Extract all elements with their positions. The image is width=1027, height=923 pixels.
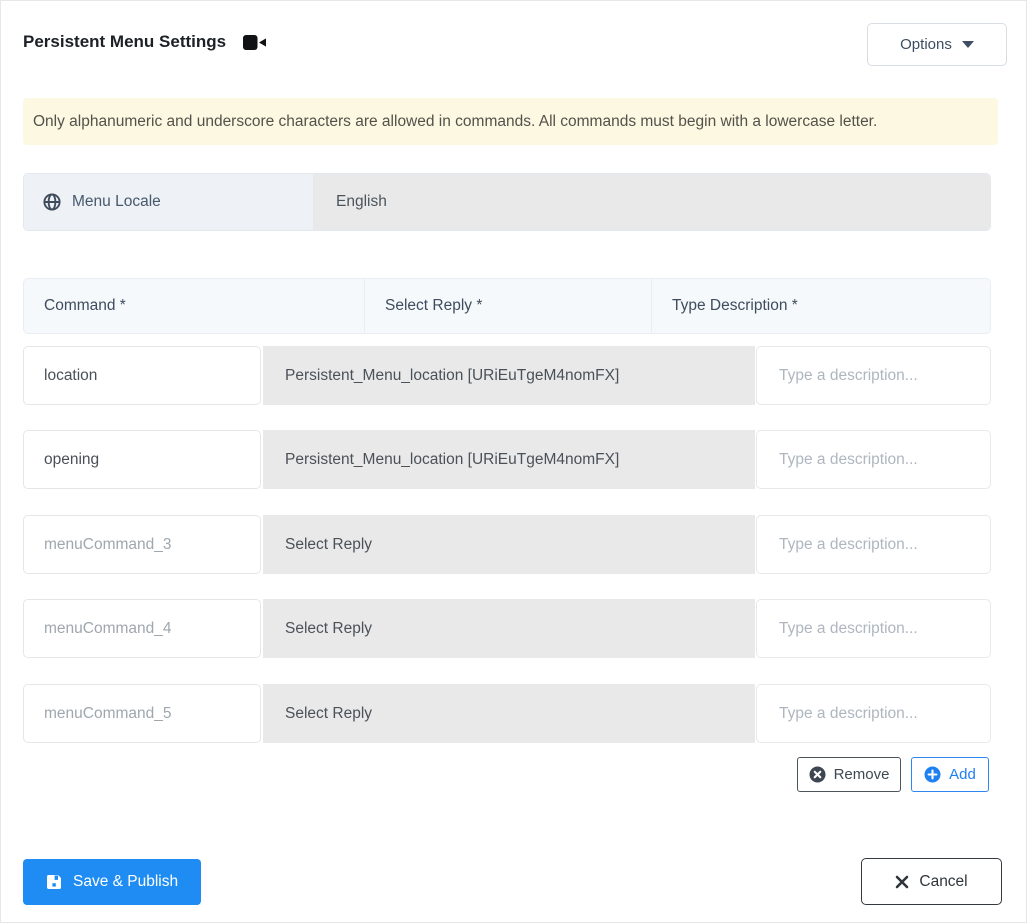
save-icon [46,874,62,890]
select-reply-cell[interactable]: Select Reply [263,599,755,658]
menu-locale-value-text: English [336,193,387,210]
command-rules-alert: Only alphanumeric and underscore charact… [23,98,998,145]
page-title-text: Persistent Menu Settings [23,32,227,51]
row-actions: Remove Add [797,757,989,792]
command-input[interactable] [23,599,261,658]
select-reply-cell[interactable]: Select Reply [263,515,755,574]
menu-locale-label-text: Menu Locale [72,193,161,210]
add-button-label: Add [949,766,976,783]
select-reply-cell[interactable]: Persistent_Menu_location [URiEuTgeM4nomF… [263,430,755,489]
save-publish-button[interactable]: Save & Publish [23,859,202,905]
remove-row-button[interactable]: Remove [797,757,901,792]
cancel-button[interactable]: Cancel [861,858,1002,905]
description-input[interactable] [756,430,991,489]
save-publish-label: Save & Publish [73,873,179,890]
options-button-label: Options [900,36,952,53]
header-type-description: Type Description * [672,297,798,314]
menu-locale-label: Menu Locale [24,174,314,230]
command-input[interactable] [23,515,261,574]
globe-icon [43,193,61,211]
table-row: Select Reply [1,515,1027,574]
description-input[interactable] [756,515,991,574]
table-row: Select Reply [1,684,1027,743]
caret-down-icon [961,41,974,48]
description-input[interactable] [756,684,991,743]
command-input[interactable] [23,684,261,743]
table-row: Select Reply [1,599,1027,658]
select-reply-cell[interactable]: Persistent_Menu_location [URiEuTgeM4nomF… [263,346,755,405]
options-button[interactable]: Options [867,23,1007,66]
header-select-reply: Select Reply * [365,279,652,333]
command-input[interactable] [23,430,261,489]
x-circle-icon [809,766,826,783]
video-camera-icon [243,34,267,51]
table-row: Persistent_Menu_location [URiEuTgeM4nomF… [1,346,1027,405]
commands-table-header: Command * Select Reply * Type Descriptio… [23,278,991,334]
description-input[interactable] [756,346,991,405]
header-command: Command * [24,279,365,333]
add-row-button[interactable]: Add [911,757,989,792]
x-icon [895,875,909,889]
table-row: Persistent_Menu_location [URiEuTgeM4nomF… [1,430,1027,489]
cancel-button-label: Cancel [919,872,968,890]
alert-text: Only alphanumeric and underscore charact… [33,113,878,130]
plus-circle-icon [924,766,941,783]
menu-locale-value: English [314,174,990,230]
page-title: Persistent Menu Settings [23,32,267,52]
select-reply-cell[interactable]: Select Reply [263,684,755,743]
description-input[interactable] [756,599,991,658]
persistent-menu-settings-panel: Persistent Menu Settings Options Only al… [0,0,1027,923]
menu-locale-group: Menu Locale English [23,173,991,231]
command-input[interactable] [23,346,261,405]
remove-button-label: Remove [833,766,890,783]
